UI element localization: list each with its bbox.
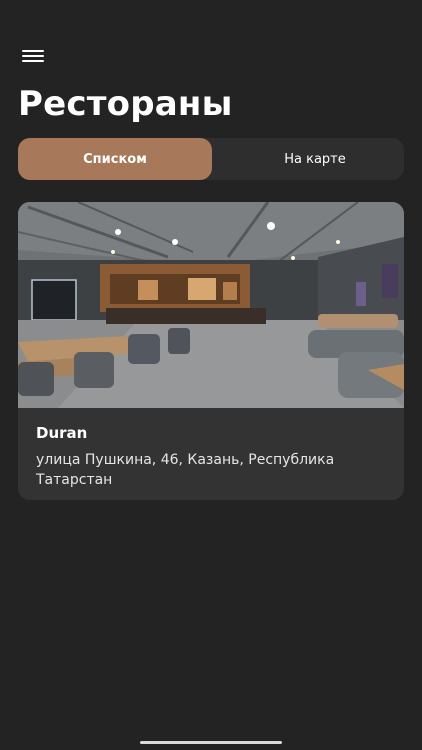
restaurants-screen: Рестораны Списком На карте Duran улица П… xyxy=(0,0,422,750)
menu-line xyxy=(22,60,44,62)
home-indicator[interactable] xyxy=(140,741,282,744)
restaurant-photo xyxy=(18,202,404,408)
page-title: Рестораны xyxy=(18,84,233,124)
hamburger-menu-icon[interactable] xyxy=(22,48,44,64)
menu-line xyxy=(22,55,44,57)
restaurant-name: Duran xyxy=(36,424,88,442)
tab-map-view[interactable]: На карте xyxy=(226,138,404,180)
menu-line xyxy=(22,50,44,52)
tab-list-view[interactable]: Списком xyxy=(18,138,212,180)
restaurant-card[interactable]: Duran улица Пушкина, 46, Казань, Республ… xyxy=(18,202,404,500)
restaurant-address: улица Пушкина, 46, Казань, Республика Та… xyxy=(36,452,335,488)
view-toggle: Списком На карте xyxy=(18,138,404,180)
